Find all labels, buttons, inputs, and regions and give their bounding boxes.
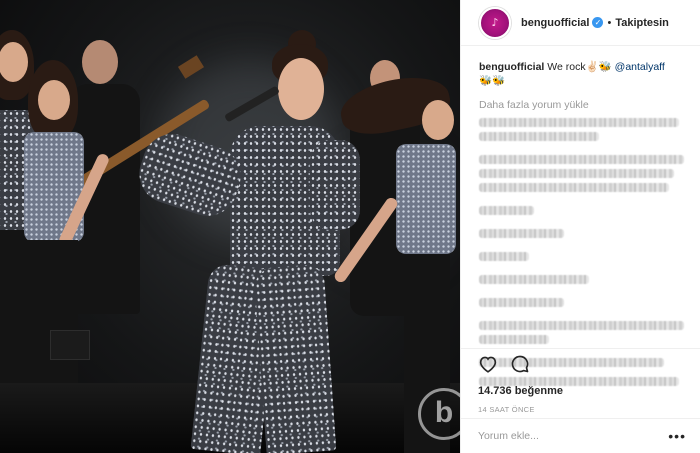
comment-input[interactable]: Yorum ekle... [478,430,539,442]
speech-bubble-icon[interactable] [510,354,530,379]
lead-singer-figure [131,30,360,453]
comments-section: benguofficial We rock✌🏻🐝 @antalyaff 🐝🐝 D… [479,60,689,112]
load-more-comments-link[interactable]: Daha fazla yorum yükle [479,98,689,112]
follow-status-button[interactable]: Takiptesin [615,17,669,29]
blurred-comment-row [479,335,549,344]
caption: benguofficial We rock✌🏻🐝 @antalyaff 🐝🐝 [479,60,689,88]
blurred-comment-row [479,321,684,330]
action-icons [478,353,700,379]
blurred-comment-row [479,298,564,307]
blurred-comment-row [479,155,684,164]
header-username[interactable]: benguofficial [521,17,589,29]
post-timestamp: 14 SAAT ÖNCE [478,405,535,414]
caption-text: We rock✌🏻🐝 [547,61,612,73]
more-options-icon[interactable]: ••• [668,428,686,444]
blurred-comments [479,118,689,386]
blurred-comment-row [479,229,564,238]
avatar[interactable]: ♪ [479,6,511,39]
heart-icon[interactable] [478,355,498,378]
blurred-comment-row [479,206,534,215]
blurred-comment-row [479,183,669,192]
post-actions: 14.736 beğenme 14 SAAT ÖNCE [460,348,700,414]
post-header: ♪ benguofficial ✓ • Takiptesin [461,0,700,46]
blurred-comment-row [479,252,529,261]
caption-username[interactable]: benguofficial [479,61,544,73]
verified-badge-icon: ✓ [592,17,604,28]
post-photo[interactable]: b [0,0,460,453]
blurred-comment-row [479,169,674,178]
blurred-comment-row [479,118,679,127]
separator-dot: • [607,16,612,29]
likes-count[interactable]: 14.736 beğenme [478,385,700,397]
blurred-comment-row [479,275,589,284]
stage-amplifier [50,330,90,360]
caption-mention-link[interactable]: @antalyaff [615,61,665,73]
blurred-comment-row [479,132,599,141]
add-comment-bar: Yorum ekle... ••• [460,418,700,453]
caption-emoji-line: 🐝🐝 [479,75,506,87]
